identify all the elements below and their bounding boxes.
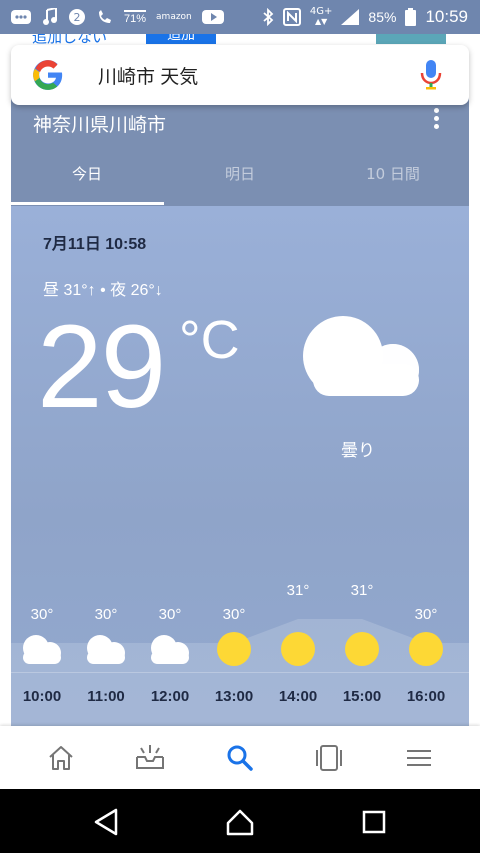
home-button-icon[interactable] — [225, 807, 255, 837]
forecast-tabs: 今日 明日 10 日間 — [11, 152, 469, 206]
hourly-time: 13:00 — [214, 688, 254, 705]
badge-icon: 2 — [68, 8, 86, 26]
high-low-temps: 昼 31°↑ • 夜 26°↓ — [43, 282, 163, 299]
hourly-temp: 30° — [94, 606, 118, 623]
bluetooth-icon — [262, 8, 274, 26]
cloud-icon — [151, 635, 189, 664]
missed-call-icon — [96, 8, 114, 26]
status-system: 4G+ ▲▼ 85% 10:59 — [262, 0, 468, 34]
hourly-temp: 31° — [350, 582, 374, 599]
current-temperature: 29 — [37, 301, 166, 433]
sun-icon — [409, 632, 443, 666]
network-label: 4G+ — [309, 6, 333, 17]
hourly-time: 11:00 — [87, 688, 125, 705]
nfc-icon — [282, 8, 301, 26]
hourly-time: 15:00 — [342, 688, 382, 705]
notif-badge: 2 — [74, 11, 81, 24]
youtube-icon — [201, 9, 224, 25]
search-query[interactable]: 川崎市 天気 — [98, 62, 198, 89]
tabs-icon[interactable] — [313, 742, 345, 774]
sun-icon — [281, 632, 315, 666]
strip-thumbnail — [376, 34, 446, 44]
battery-percent: 85% — [368, 9, 397, 25]
tab-10-day[interactable]: 10 日間 — [317, 152, 469, 206]
cloud-icon — [87, 635, 125, 664]
hourly-divider — [11, 672, 469, 673]
home-icon[interactable] — [45, 742, 77, 774]
system-navigation-bar — [0, 789, 480, 853]
amazon-label: amazon — [156, 12, 192, 22]
small-badge: 71% — [124, 9, 147, 25]
hourly-time: 16:00 — [406, 688, 446, 705]
bottom-navigation — [0, 726, 480, 789]
battery-icon — [405, 8, 417, 26]
clock: 10:59 — [425, 7, 468, 26]
status-bar: 2 71% amazon 4G+ ▲▼ 85% 10:59 — [0, 0, 480, 34]
music-icon — [42, 8, 58, 26]
updates-icon[interactable] — [134, 742, 166, 774]
menu-icon[interactable] — [403, 742, 435, 774]
strip-button[interactable]: 追加 — [146, 34, 216, 44]
more-options-icon[interactable] — [431, 108, 441, 130]
search-icon[interactable] — [224, 742, 256, 774]
cloud-icon — [23, 635, 61, 664]
search-bar[interactable]: 川崎市 天気 — [11, 45, 469, 105]
hourly-temp: 30° — [414, 606, 438, 623]
hourly-temp: 30° — [158, 606, 182, 623]
hourly-time: 14:00 — [278, 688, 318, 705]
observation-time: 7月11日 10:58 — [43, 236, 147, 253]
hourly-temp: 30° — [222, 606, 246, 623]
active-tab-indicator — [11, 202, 164, 205]
temperature-unit[interactable]: °C — [179, 310, 240, 370]
weather-card: 神奈川県川崎市 今日 明日 10 日間 7月11日 10:58 昼 31°↑ •… — [11, 96, 469, 726]
tab-today[interactable]: 今日 — [11, 152, 163, 206]
cloudy-icon — [303, 316, 419, 396]
network-icon: 4G+ ▲▼ — [309, 6, 333, 27]
data-usage-icon: 71% — [124, 9, 147, 25]
back-icon[interactable] — [92, 807, 122, 837]
hourly-temp: 31° — [286, 582, 310, 599]
hourly-time: 12:00 — [150, 688, 190, 705]
weather-condition: 曇り — [341, 441, 375, 461]
tab-tomorrow[interactable]: 明日 — [164, 152, 316, 206]
amazon-icon: amazon — [156, 12, 192, 22]
google-logo-icon[interactable] — [31, 58, 65, 92]
mic-icon[interactable] — [419, 59, 443, 91]
hourly-time: 10:00 — [22, 688, 62, 705]
messages-icon — [10, 9, 32, 25]
status-notifications: 2 71% amazon — [10, 0, 224, 34]
location-title: 神奈川県川崎市 — [33, 114, 167, 136]
recents-icon[interactable] — [359, 807, 389, 837]
hourly-temp: 30° — [30, 606, 54, 623]
sun-icon — [217, 632, 251, 666]
signal-icon — [341, 9, 360, 25]
sun-icon — [345, 632, 379, 666]
